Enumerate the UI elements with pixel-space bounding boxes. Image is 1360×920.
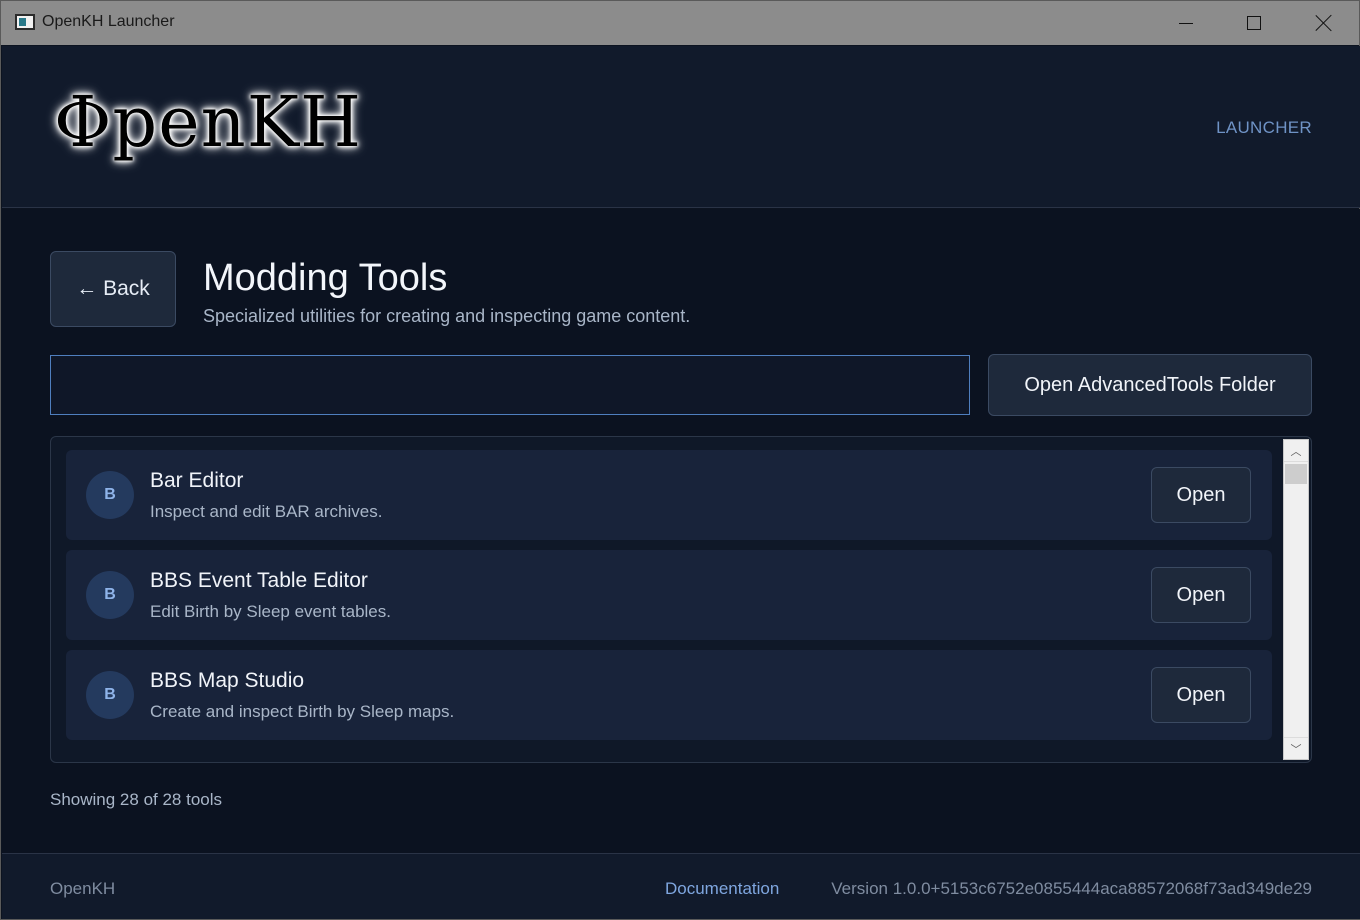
maximize-button[interactable] xyxy=(1219,1,1289,45)
scroll-thumb[interactable] xyxy=(1285,464,1307,484)
minimize-icon xyxy=(1179,22,1193,24)
scroll-up-icon[interactable]: ︿ xyxy=(1284,440,1308,462)
tool-description: Edit Birth by Sleep event tables. xyxy=(150,602,391,621)
app-window: OpenKH Launcher ΦpenKH LAUNCHER ← Back M… xyxy=(0,0,1360,920)
results-count: Showing 28 of 28 tools xyxy=(50,790,223,809)
app-window-icon xyxy=(15,14,35,30)
list-item: B Bar Editor Inspect and edit BAR archiv… xyxy=(66,450,1272,540)
back-button[interactable]: ← Back xyxy=(50,251,176,327)
minimize-button[interactable] xyxy=(1151,1,1221,45)
tool-name: BBS Event Table Editor xyxy=(150,569,368,592)
version-text: Version 1.0.0+5153c6752e0855444aca885720… xyxy=(831,879,1312,898)
main-content: ← Back Modding Tools Specialized utiliti… xyxy=(2,209,1360,853)
maximize-icon xyxy=(1247,16,1261,30)
open-button[interactable]: Open xyxy=(1151,467,1251,523)
nav-launcher-link[interactable]: LAUNCHER xyxy=(1216,118,1312,138)
title-bar[interactable]: OpenKH Launcher xyxy=(1,1,1359,45)
openkh-logo: ΦpenKH xyxy=(54,81,363,163)
tool-name: Bar Editor xyxy=(150,469,244,492)
footer-brand: OpenKH xyxy=(50,879,116,898)
close-icon xyxy=(1315,14,1333,32)
close-button[interactable] xyxy=(1289,1,1359,45)
page-title: Modding Tools xyxy=(203,257,448,299)
documentation-link[interactable]: Documentation xyxy=(665,879,779,899)
window-title: OpenKH Launcher xyxy=(42,13,175,30)
avatar: B xyxy=(86,671,134,719)
tool-description: Create and inspect Birth by Sleep maps. xyxy=(150,702,455,721)
open-advancedtools-folder-button[interactable]: Open AdvancedTools Folder xyxy=(988,354,1312,416)
app-header: ΦpenKH LAUNCHER xyxy=(2,46,1360,208)
open-button[interactable]: Open xyxy=(1151,567,1251,623)
avatar: B xyxy=(86,471,134,519)
page-subtitle: Specialized utilities for creating and i… xyxy=(203,306,691,326)
list-item: B BBS Event Table Editor Edit Birth by S… xyxy=(66,550,1272,640)
open-button[interactable]: Open xyxy=(1151,667,1251,723)
tool-name: BBS Map Studio xyxy=(150,669,305,692)
list-item: B BBS Map Studio Create and inspect Birt… xyxy=(66,650,1272,740)
list-scrollbar[interactable]: ︿ ﹀ xyxy=(1283,439,1309,760)
avatar: B xyxy=(86,571,134,619)
app-footer: OpenKH Documentation Version 1.0.0+5153c… xyxy=(2,853,1360,919)
tool-description: Inspect and edit BAR archives. xyxy=(150,502,383,521)
tools-list[interactable]: B Bar Editor Inspect and edit BAR archiv… xyxy=(50,436,1312,763)
scroll-down-icon[interactable]: ﹀ xyxy=(1284,737,1308,759)
search-input[interactable] xyxy=(50,355,970,415)
